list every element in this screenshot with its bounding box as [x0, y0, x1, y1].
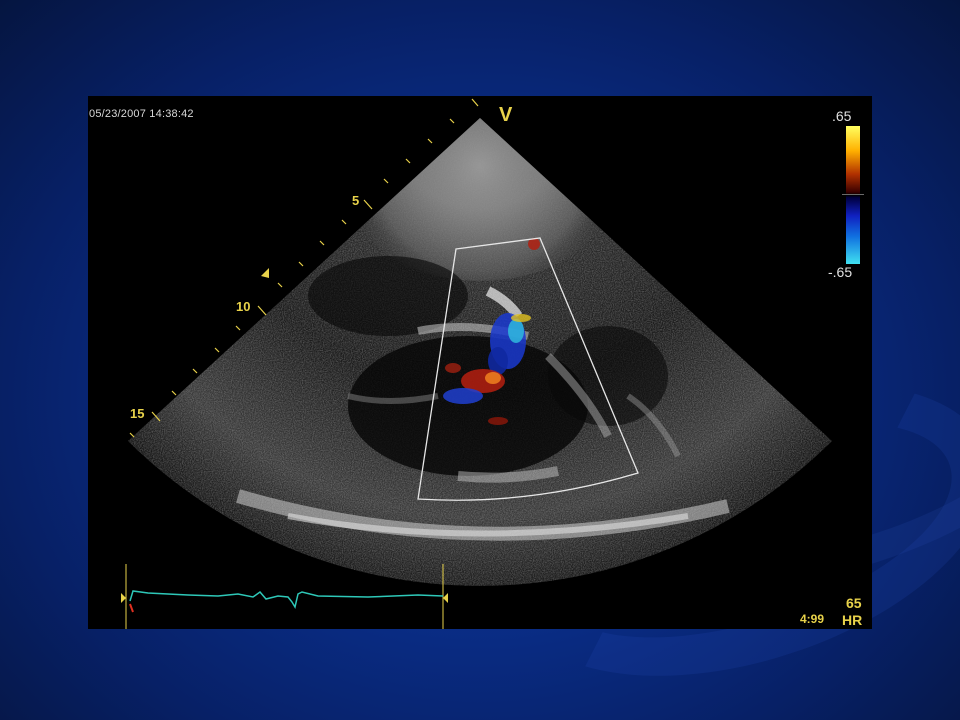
ecg-trace — [129, 590, 444, 609]
velocity-color-bar — [846, 126, 860, 264]
heart-rate-value: 65 — [846, 595, 862, 611]
color-scale-min: -.65 — [828, 264, 853, 280]
focus-marker-icon — [261, 268, 269, 278]
frame-counter: 4:99 — [800, 612, 825, 626]
color-bar-baseline — [842, 194, 864, 195]
scan-timestamp: 05/23/2007 14:38:42 — [89, 108, 194, 120]
depth-label-5: 5 — [352, 193, 360, 208]
depth-label-10: 10 — [236, 299, 251, 314]
ultrasound-sector — [121, 98, 832, 629]
depth-label-15: 15 — [130, 406, 145, 421]
tissue-texture — [128, 118, 832, 586]
echocardiogram-image: 05/23/2007 14:38:42 V 5 10 15 .65 -.65 6… — [88, 96, 872, 629]
heart-rate-label: HR — [842, 612, 863, 628]
probe-orientation-marker: V — [499, 104, 513, 126]
color-scale-max: .65 — [832, 108, 852, 124]
